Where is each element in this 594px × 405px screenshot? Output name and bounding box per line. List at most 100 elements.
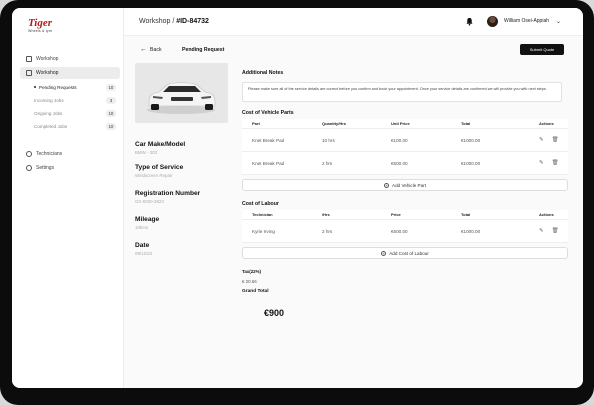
column-header: Actions [539,121,554,126]
bell-icon[interactable] [465,17,474,26]
breadcrumb-id: #ID-84732 [176,18,209,25]
breadcrumb: Workshop / #ID-84732 [139,18,209,25]
users-icon [26,151,32,157]
back-label: Back [150,46,162,53]
logo-subtext: Wheels & tyre [28,29,53,33]
column-header: Unit Price [391,121,410,126]
sidebar-subitem-incoming-jobs[interactable]: Incoming Jobs 3 [20,94,120,106]
sidebar-item-technicians[interactable]: Technicians [20,148,120,160]
plus-circle-icon: + [381,251,387,257]
sidebar-item-label: Technicians [36,151,63,157]
trash-icon[interactable]: 🗑 [552,137,559,143]
avatar[interactable] [487,16,498,27]
notes-box: Please make sure all of the service deta… [242,82,562,102]
vehicle-details: Car Make/Model BMW - 303 Type of Service… [134,63,239,378]
trash-icon[interactable]: 🗑 [552,160,559,166]
app-screen: Tiger Wheels & tyre Workshop Workshop Pe… [12,8,583,388]
column-header: Total [461,121,471,126]
add-labour-label: Add Cost of Labour [389,251,429,256]
field-label: Registration Number [135,190,201,197]
cell-part: Knet Break Pad [252,160,285,166]
sidebar: Tiger Wheels & tyre Workshop Workshop Pe… [12,8,124,388]
arrow-left-icon: ← [140,46,147,53]
field-value: 09/12/23 [135,251,153,256]
edit-icon[interactable]: ✎ [539,137,544,143]
wrench-icon [26,70,32,76]
subitem-label: Ongoing Jobs [34,110,63,116]
cell-price: €500.00 [391,228,408,234]
field-make-model: Car Make/Model BMW - 303 [135,141,185,155]
table-row: Kyrie Irving 2 hrs €500.00 €1000.00 ✎ 🗑 [242,220,568,243]
column-header: Actions [539,212,554,217]
cell-technician: Kyrie Irving [252,228,275,234]
grand-total-label: Grand Total [242,289,269,294]
tax-label: Tax(22%) [242,269,261,274]
subitem-label: Incoming Jobs [34,97,64,103]
cell-actions: ✎ 🗑 [521,137,568,143]
cell-part: Knet Break Pad [252,137,285,143]
field-value: 10kms [135,225,148,230]
column-header: Part [252,121,260,126]
brand-logo[interactable]: Tiger Wheels & tyre [28,18,58,36]
subitem-label: Pending Requests [39,84,77,90]
cell-actions: ✎ 🗑 [521,160,568,166]
top-bar: Workshop / #ID-84732 William Osei-Appiah… [124,8,583,36]
parts-title: Cost of Vehicle Parts [242,110,294,116]
column-header: Price [391,212,401,217]
workshop-icon [26,56,32,62]
add-vehicle-part-button[interactable]: + Add Vehicle Part [242,179,568,191]
parts-table: Part Quantity/Hrs Unit Price Total Actio… [242,119,568,175]
logo-text: Tiger [28,17,53,29]
add-labour-button[interactable]: + Add Cost of Labour [242,247,568,259]
submit-quote-button[interactable]: Submit Quote [520,44,564,55]
subitem-label: Completed Jobs [34,123,68,129]
sidebar-subitem-ongoing-jobs[interactable]: Ongoing Jobs 10 [20,107,120,119]
plus-circle-icon: + [384,183,390,189]
trash-icon[interactable]: 🗑 [552,228,559,234]
sidebar-item-label: Workshop [36,56,59,62]
sidebar-subitem-completed-jobs[interactable]: Completed Jobs 10 [20,120,120,132]
sidebar-item-workshop[interactable]: Workshop [20,53,120,65]
cell-qty: 2 hrs [322,160,333,166]
table-row: Knet Break Pad 2 hrs €500.00 €1000.00 ✎ 🗑 [242,152,568,175]
chevron-down-icon[interactable]: ⌄ [556,18,561,25]
column-header: Technician [252,212,273,217]
cell-actions: ✎ 🗑 [521,228,568,234]
edit-icon[interactable]: ✎ [539,160,544,166]
grand-total-value: €900 [264,308,285,318]
field-registration: Registration Number GX-9320-3923 [135,190,200,204]
quote-panel: Additional Notes Please make sure all of… [242,63,574,318]
back-button[interactable]: ← Back [140,46,162,53]
field-value: Windscreen Repair [135,173,173,178]
add-part-label: Add Vehicle Part [392,183,426,188]
count-badge: 10 [106,109,116,117]
sidebar-nav-bottom: Technicians Settings [20,148,120,176]
field-label: Mileage [135,216,160,223]
sidebar-item-settings[interactable]: Settings [20,162,120,174]
breadcrumb-prefix[interactable]: Workshop / [139,18,176,25]
column-header: /Hrs [322,212,330,217]
page-title: Pending Request [182,47,225,53]
cell-total: €1000.00 [461,160,481,166]
field-label: Type of Service [135,164,184,171]
count-badge: 10 [106,83,116,91]
table-row: Knet Break Pad 10 hrs €100.00 €1000.00 ✎… [242,129,568,152]
cell-total: €1000.00 [461,137,481,143]
count-badge: 10 [106,122,116,130]
active-bullet-icon [34,86,36,88]
cell-unit-price: €500.00 [391,160,408,166]
sidebar-item-workshop-active[interactable]: Workshop [20,67,120,79]
labour-title: Cost of Labour [242,201,279,207]
count-badge: 3 [106,96,116,104]
edit-icon[interactable]: ✎ [539,228,544,234]
cell-hours: 2 hrs [322,228,333,234]
user-name[interactable]: William Osei-Appiah [504,18,549,24]
gear-icon [26,165,32,171]
device-frame: Tiger Wheels & tyre Workshop Workshop Pe… [0,0,594,405]
car-image [135,63,228,123]
sidebar-subitem-pending-requests[interactable]: Pending Requests 10 [20,81,120,93]
cell-total: €1000.00 [461,228,481,234]
sidebar-nav: Workshop Workshop Pending Requests 10 In… [20,53,120,132]
sidebar-item-label: Settings [36,165,55,171]
table-header: Part Quantity/Hrs Unit Price Total Actio… [242,119,568,129]
